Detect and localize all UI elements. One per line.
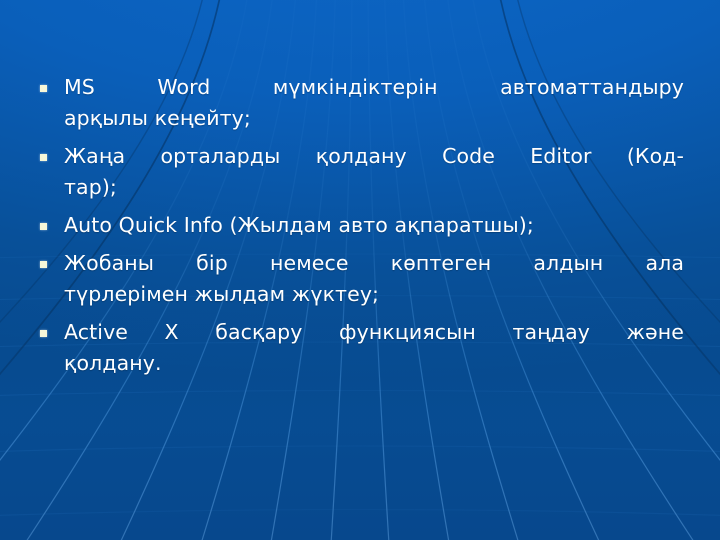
bullet-line: Active X басқару функциясын таңдау және [64, 320, 684, 344]
bullet-list: MS Word мүмкіндіктерін автоматтандыру ар… [36, 72, 684, 386]
bullet-line: Жаңа орталарды қолдану Code Editor (Код- [64, 144, 684, 168]
list-item: Auto Quick Info (Жылдам авто ақпаратшы); [36, 210, 684, 241]
bullet-line: Жобаны бір немесе көптеген алдын ала [64, 251, 684, 275]
square-bullet-icon [40, 261, 47, 268]
slide-content: MS Word мүмкіндіктерін автоматтандыру ар… [0, 0, 720, 540]
square-bullet-icon [40, 85, 47, 92]
list-item: Active X басқару функциясын таңдау және … [36, 317, 684, 379]
square-bullet-icon [40, 223, 47, 230]
square-bullet-icon [40, 330, 47, 337]
list-item: Жобаны бір немесе көптеген алдын ала түр… [36, 248, 684, 310]
presentation-slide: MS Word мүмкіндіктерін автоматтандыру ар… [0, 0, 720, 540]
bullet-line: MS Word мүмкіндіктерін автоматтандыру [64, 75, 684, 99]
list-item: MS Word мүмкіндіктерін автоматтандыру ар… [36, 72, 684, 134]
bullet-line: тар); [64, 175, 117, 199]
list-item: Жаңа орталарды қолдану Code Editor (Код-… [36, 141, 684, 203]
bullet-line: Auto Quick Info (Жылдам авто ақпаратшы); [64, 213, 534, 237]
square-bullet-icon [40, 154, 47, 161]
bullet-line: түрлерімен жылдам жүктеу; [64, 282, 380, 306]
bullet-line: арқылы кеңейту; [64, 106, 251, 130]
bullet-line: қолдану. [64, 351, 162, 375]
